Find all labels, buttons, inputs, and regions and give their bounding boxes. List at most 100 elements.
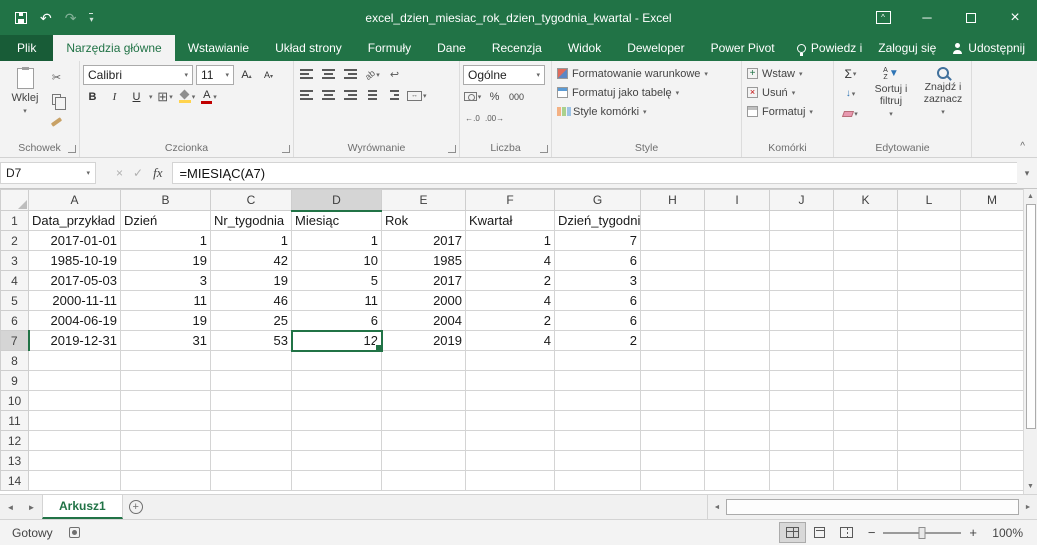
cell-C5[interactable]: 46 (211, 291, 292, 311)
cell-J7[interactable] (770, 331, 834, 351)
select-all-corner[interactable] (1, 190, 29, 211)
font-color-button[interactable]: A▾ (200, 87, 219, 106)
cell-E3[interactable]: 1985 (382, 251, 466, 271)
cell-H3[interactable] (641, 251, 705, 271)
sheet-nav-prev-icon[interactable]: ◄ (0, 495, 21, 519)
cell-D2[interactable]: 1 (292, 231, 382, 251)
cell-K14[interactable] (834, 471, 898, 491)
font-name-combo[interactable]: Calibri▾ (83, 65, 193, 85)
cell-K8[interactable] (834, 351, 898, 371)
cell-A13[interactable] (29, 451, 121, 471)
cell-G5[interactable]: 6 (555, 291, 641, 311)
column-header-I[interactable]: I (705, 190, 770, 211)
cell-K2[interactable] (834, 231, 898, 251)
cell-I7[interactable] (705, 331, 770, 351)
cell-F6[interactable]: 2 (466, 311, 555, 331)
tab-developer[interactable]: Deweloper (614, 35, 697, 61)
cell-B13[interactable] (121, 451, 211, 471)
cell-M3[interactable] (961, 251, 1024, 271)
cell-C7[interactable]: 53 (211, 331, 292, 351)
shrink-font-button[interactable] (259, 66, 278, 85)
column-header-L[interactable]: L (898, 190, 961, 211)
cell-D11[interactable] (292, 411, 382, 431)
tab-data[interactable]: Dane (424, 35, 479, 61)
cell-C1[interactable]: Nr_tygodnia (211, 211, 292, 231)
maximize-button[interactable] (949, 0, 993, 35)
column-header-J[interactable]: J (770, 190, 834, 211)
row-header-2[interactable]: 2 (1, 231, 29, 251)
cell-E12[interactable] (382, 431, 466, 451)
cell-C10[interactable] (211, 391, 292, 411)
cell-B11[interactable] (121, 411, 211, 431)
cell-G2[interactable]: 7 (555, 231, 641, 251)
percent-style-button[interactable]: % (485, 87, 504, 106)
cell-M10[interactable] (961, 391, 1024, 411)
accounting-format-button[interactable]: ▾ (463, 87, 482, 106)
increase-decimal-button[interactable] (463, 108, 482, 127)
cell-M6[interactable] (961, 311, 1024, 331)
cell-J2[interactable] (770, 231, 834, 251)
cell-C14[interactable] (211, 471, 292, 491)
cell-A1[interactable]: Data_przykład (29, 211, 121, 231)
row-header-14[interactable]: 14 (1, 471, 29, 491)
cell-B7[interactable]: 31 (121, 331, 211, 351)
cell-F5[interactable]: 4 (466, 291, 555, 311)
cell-B3[interactable]: 19 (121, 251, 211, 271)
cell-G8[interactable] (555, 351, 641, 371)
vertical-scrollbar[interactable]: ▲ ▼ (1023, 189, 1037, 494)
cell-E13[interactable] (382, 451, 466, 471)
cell-B14[interactable] (121, 471, 211, 491)
cell-J8[interactable] (770, 351, 834, 371)
share-button[interactable]: Udostępnij (952, 41, 1025, 55)
cell-H10[interactable] (641, 391, 705, 411)
cell-J14[interactable] (770, 471, 834, 491)
cell-D12[interactable] (292, 431, 382, 451)
cell-D10[interactable] (292, 391, 382, 411)
cell-L12[interactable] (898, 431, 961, 451)
cell-F1[interactable]: Kwartał (466, 211, 555, 231)
cell-L13[interactable] (898, 451, 961, 471)
italic-button[interactable]: I (105, 87, 124, 106)
cell-H14[interactable] (641, 471, 705, 491)
zoom-in-button[interactable]: + (961, 525, 985, 540)
cell-I4[interactable] (705, 271, 770, 291)
cell-L1[interactable] (898, 211, 961, 231)
confirm-entry-icon[interactable]: ✓ (133, 166, 143, 180)
cell-B5[interactable]: 11 (121, 291, 211, 311)
row-header-8[interactable]: 8 (1, 351, 29, 371)
cell-L7[interactable] (898, 331, 961, 351)
cell-J6[interactable] (770, 311, 834, 331)
horizontal-scrollbar-thumb[interactable] (726, 499, 1019, 515)
cell-H4[interactable] (641, 271, 705, 291)
cell-K12[interactable] (834, 431, 898, 451)
zoom-slider-thumb[interactable] (919, 527, 926, 539)
cell-D14[interactable] (292, 471, 382, 491)
row-header-9[interactable]: 9 (1, 371, 29, 391)
cell-A7[interactable]: 2019-12-31 (29, 331, 121, 351)
cell-E9[interactable] (382, 371, 466, 391)
decrease-decimal-button[interactable] (485, 108, 504, 127)
cell-L5[interactable] (898, 291, 961, 311)
cell-D7[interactable]: 12 (292, 331, 382, 351)
cell-F4[interactable]: 2 (466, 271, 555, 291)
cell-K3[interactable] (834, 251, 898, 271)
cell-styles-button[interactable]: Style komórki ▾ (555, 102, 738, 121)
cell-H2[interactable] (641, 231, 705, 251)
cell-I14[interactable] (705, 471, 770, 491)
fill-color-button[interactable]: ▾ (178, 87, 197, 106)
cell-H5[interactable] (641, 291, 705, 311)
cell-A3[interactable]: 1985-10-19 (29, 251, 121, 271)
cell-M13[interactable] (961, 451, 1024, 471)
cell-K9[interactable] (834, 371, 898, 391)
tab-review[interactable]: Recenzja (479, 35, 555, 61)
cell-B1[interactable]: Dzień (121, 211, 211, 231)
cell-E7[interactable]: 2019 (382, 331, 466, 351)
cell-L4[interactable] (898, 271, 961, 291)
cell-M14[interactable] (961, 471, 1024, 491)
row-header-7[interactable]: 7 (1, 331, 29, 351)
cell-E1[interactable]: Rok (382, 211, 466, 231)
cell-I2[interactable] (705, 231, 770, 251)
cell-K4[interactable] (834, 271, 898, 291)
column-header-B[interactable]: B (121, 190, 211, 211)
cell-E8[interactable] (382, 351, 466, 371)
